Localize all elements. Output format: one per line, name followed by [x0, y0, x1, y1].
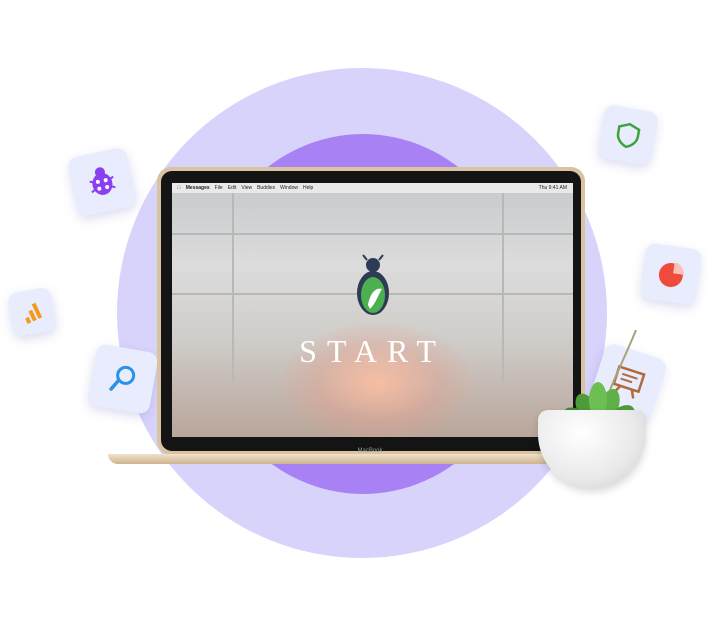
menu-item-help[interactable]: Help — [303, 185, 313, 191]
pie-chart-tile — [639, 242, 703, 306]
bug-icon — [89, 167, 116, 195]
bug-tile — [66, 146, 138, 218]
menu-app-name[interactable]: Messages — [186, 185, 210, 191]
laptop-label: MacBook — [357, 448, 383, 454]
menu-item-view[interactable]: View — [241, 185, 252, 191]
laptop-screen:  Messages File Edit View Buddies Window… — [172, 183, 573, 437]
apple-icon[interactable]:  — [177, 185, 181, 191]
menu-item-file[interactable]: File — [215, 185, 223, 191]
wallpaper-photo: START — [172, 193, 573, 437]
menu-bar:  Messages File Edit View Buddies Window… — [172, 183, 573, 193]
menu-item-buddies[interactable]: Buddies — [257, 185, 275, 191]
menu-clock[interactable]: Thu 9:41 AM — [539, 185, 567, 191]
bar-chart-icon — [25, 302, 43, 324]
beetle-logo-icon — [357, 254, 389, 315]
start-title[interactable]: START — [172, 333, 573, 370]
pie-chart-icon — [658, 262, 685, 287]
shield-tile — [596, 103, 660, 167]
bar-chart-tile — [6, 286, 58, 338]
laptop-base — [108, 454, 562, 464]
menu-item-window[interactable]: Window — [280, 185, 298, 191]
search-tile — [87, 343, 159, 415]
plant-pot — [538, 410, 646, 488]
shield-icon — [616, 122, 641, 149]
menu-item-edit[interactable]: Edit — [228, 185, 237, 191]
search-icon — [109, 365, 136, 391]
